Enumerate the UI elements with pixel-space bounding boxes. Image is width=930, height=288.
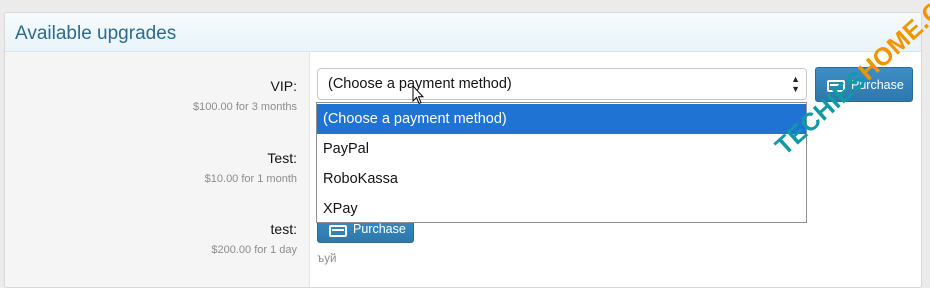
credit-card-icon <box>329 225 347 237</box>
upgrade-test2-price: $200.00 for 1 day <box>211 244 297 256</box>
page-title: Available upgrades <box>15 23 177 44</box>
dropdown-option-xpay[interactable]: XPay <box>317 194 806 224</box>
upgrade-vip-price: $100.00 for 3 months <box>193 101 297 113</box>
upgrade-vip-label: VIP: <box>270 78 297 94</box>
upgrade-test-price: $10.00 for 1 month <box>204 173 297 185</box>
dropdown-option-robokassa[interactable]: RoboKassa <box>317 164 806 194</box>
upgrade-test-label: Test: <box>267 150 297 166</box>
payment-method-dropdown[interactable]: (Choose a payment method) PayPal RoboKas… <box>316 102 807 223</box>
payment-method-select[interactable]: (Choose a payment method) ▲ ▼ <box>317 68 807 100</box>
upgrade-test2-label: test: <box>270 221 297 237</box>
dropdown-option-choose[interactable]: (Choose a payment method) <box>317 104 806 134</box>
upgrade-note: ъуй <box>317 253 337 265</box>
label-column: VIP: $100.00 for 3 months Test: $10.00 f… <box>5 52 310 287</box>
purchase-label: Purchase <box>353 222 406 236</box>
block-header: Available upgrades <box>5 13 921 52</box>
mouse-pointer-icon <box>412 85 424 105</box>
updown-arrows-icon: ▲ ▼ <box>791 74 800 94</box>
dropdown-option-paypal[interactable]: PayPal <box>317 134 806 164</box>
